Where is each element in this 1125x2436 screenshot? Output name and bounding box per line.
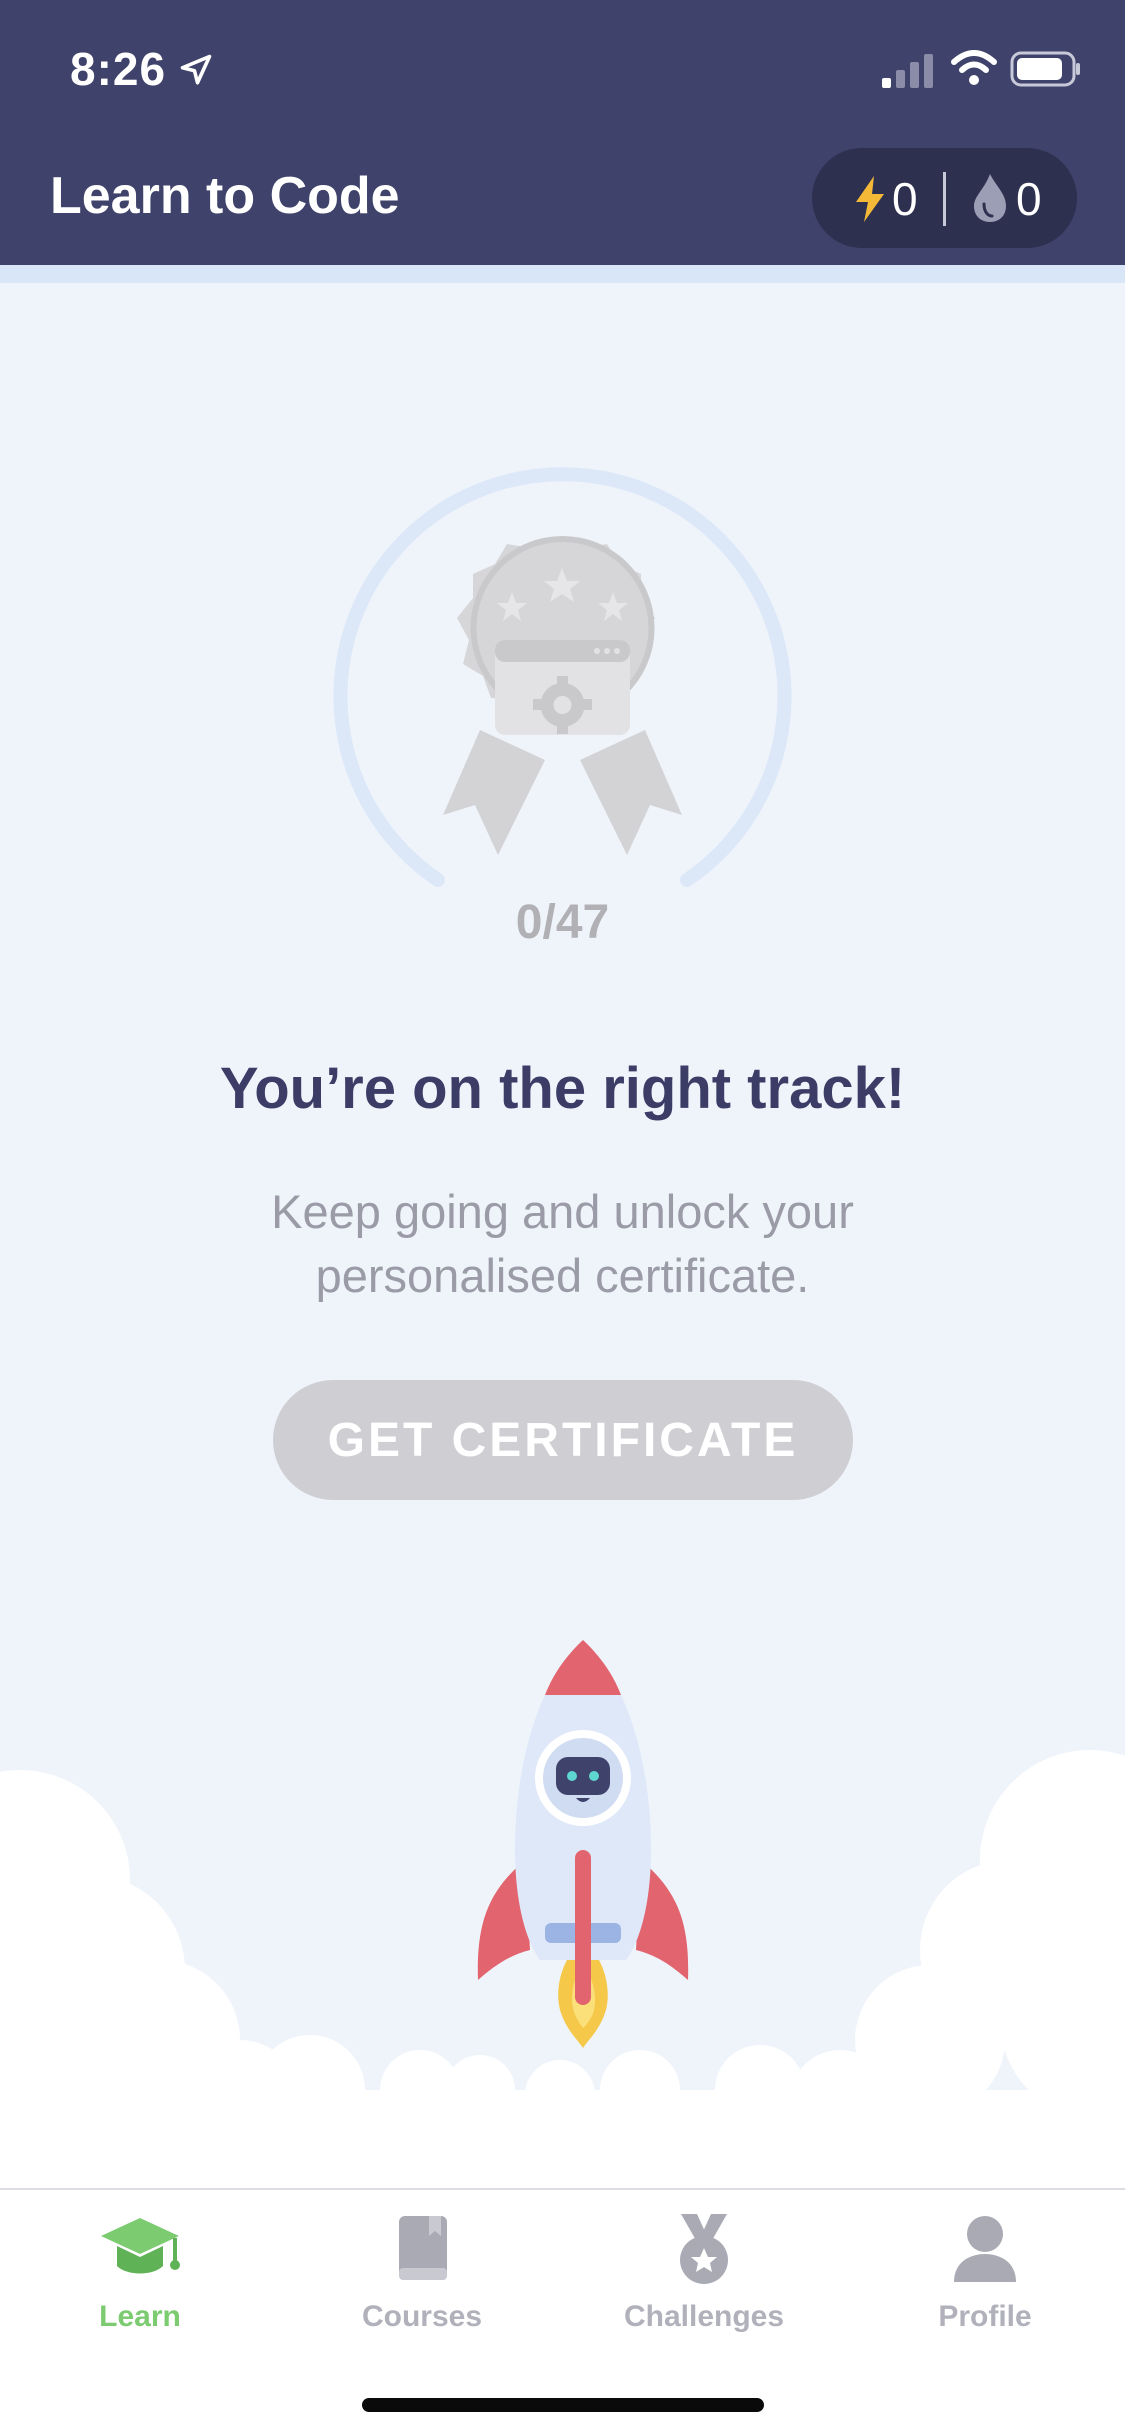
user-icon bbox=[954, 2216, 1016, 2282]
home-indicator[interactable] bbox=[362, 2398, 764, 2412]
tab-courses-label: Courses bbox=[361, 2300, 483, 2333]
stats-pill[interactable]: 0 0 bbox=[812, 148, 1077, 248]
subtext: Keep going and unlock your personalised … bbox=[271, 1185, 854, 1302]
get-certificate-button[interactable]: GET CERTIFICATE bbox=[273, 1380, 853, 1500]
wifi-icon bbox=[951, 50, 997, 85]
medal-icon bbox=[680, 2214, 728, 2284]
ribbon-shape bbox=[443, 730, 682, 855]
streak-count: 0 bbox=[1016, 173, 1042, 225]
stats-divider bbox=[943, 172, 946, 226]
streak-flame-icon bbox=[974, 174, 1006, 222]
page-title: Learn to Code bbox=[50, 167, 400, 225]
headline: You’re on the right track! bbox=[219, 1056, 906, 1121]
status-time: 8:26 bbox=[70, 43, 167, 95]
status-bar: 8:26 bbox=[0, 0, 1125, 135]
tab-challenges[interactable]: Challenges bbox=[589, 2210, 819, 2360]
header-strip bbox=[0, 265, 1125, 283]
bolt-icon bbox=[856, 176, 884, 222]
tab-challenges-label: Challenges bbox=[623, 2300, 785, 2333]
book-icon bbox=[399, 2216, 447, 2280]
progress-count: 0/47 bbox=[515, 896, 610, 949]
location-arrow-icon bbox=[180, 54, 212, 85]
tab-learn[interactable]: Learn bbox=[25, 2210, 255, 2360]
bolt-count: 0 bbox=[892, 173, 918, 225]
rocket-illustration bbox=[0, 1640, 1125, 2188]
tab-learn-label: Learn bbox=[99, 2300, 181, 2333]
tab-profile[interactable]: Profile bbox=[870, 2210, 1100, 2360]
battery-icon bbox=[1010, 51, 1080, 87]
certificate-progress-ring bbox=[333, 467, 792, 887]
tab-courses[interactable]: Courses bbox=[307, 2210, 537, 2360]
app-header: 8:26 Learn to Code 0 0 bbox=[0, 0, 1125, 265]
cellular-signal-icon bbox=[882, 54, 933, 88]
screen: 8:26 Learn to Code 0 0 0/47 You’re on th… bbox=[0, 0, 1125, 2436]
graduation-cap-icon bbox=[101, 2218, 180, 2274]
tab-profile-label: Profile bbox=[938, 2300, 1032, 2333]
